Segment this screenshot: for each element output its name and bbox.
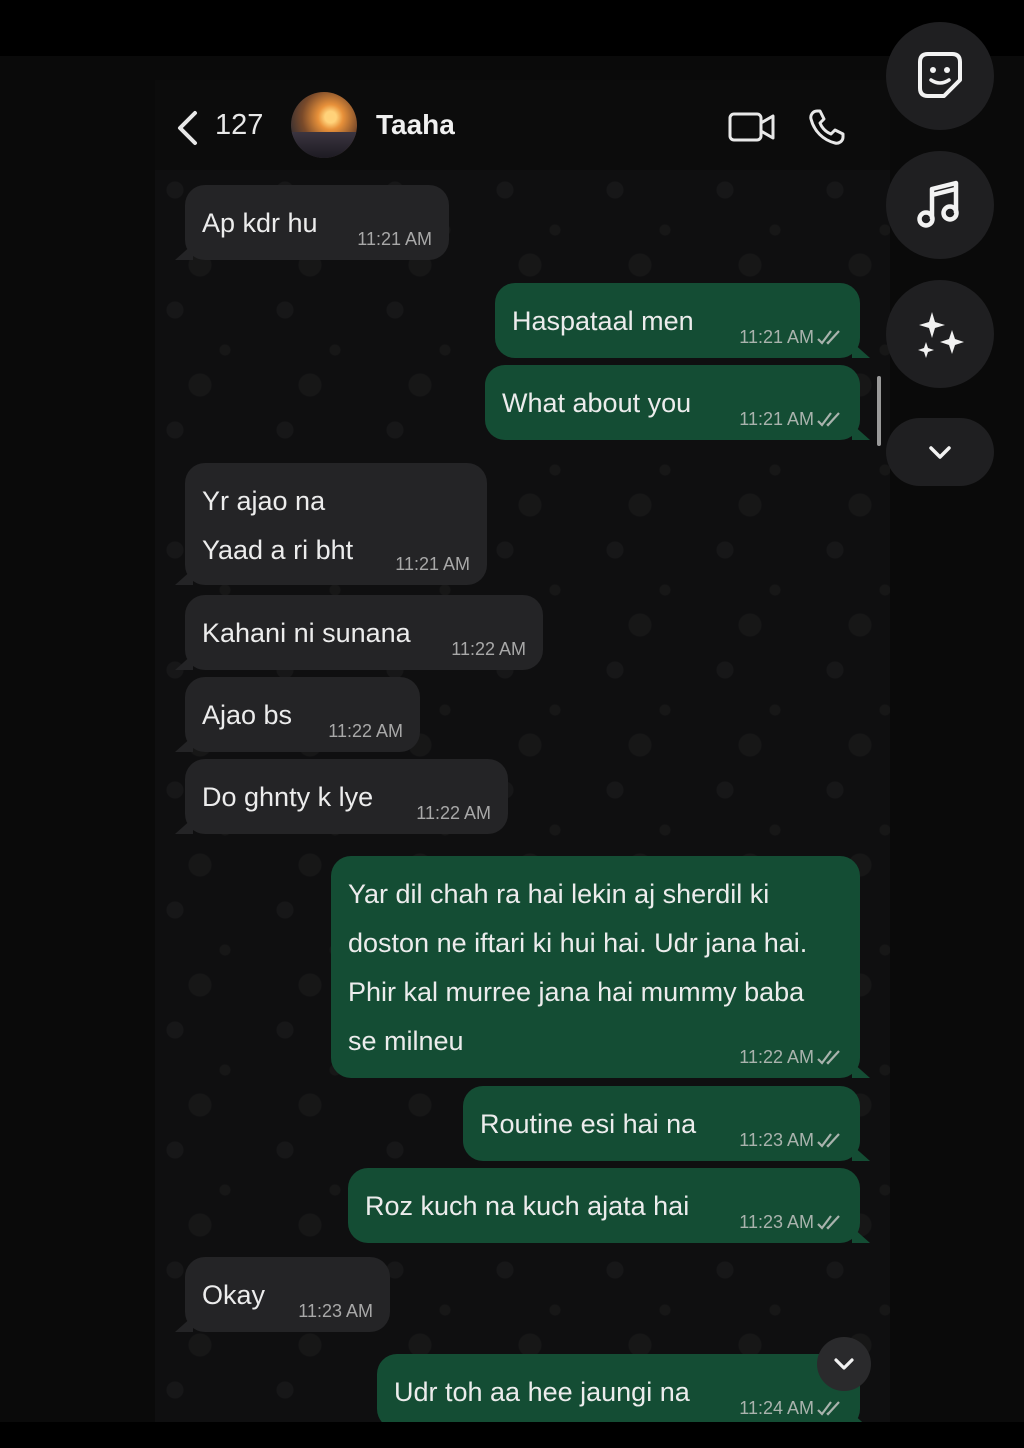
message-timestamp: 11:22 AM <box>451 639 526 659</box>
message-text: Do ghnty k lye <box>202 773 373 822</box>
message-line: Yar dil chah ra hai lekin aj sherdil ki <box>348 879 770 909</box>
bubble-tail <box>852 1413 870 1422</box>
read-receipt-icon <box>817 1401 840 1416</box>
message-line: Okay <box>202 1280 266 1310</box>
message-text: Yr ajao na Yaad a ri bht <box>202 477 353 575</box>
message-timestamp: 11:21 AM <box>739 327 814 347</box>
outgoing-message[interactable]: What about you 11:21 AM <box>485 365 870 440</box>
bubble-tail <box>175 244 193 260</box>
message-line: Udr toh aa hee jaungi na <box>394 1377 690 1407</box>
message-text: Ajao bs <box>202 691 292 740</box>
message-list[interactable]: Ap kdr hu 11:21 AM Haspataal men 11:21 AM Wh… <box>155 170 890 1422</box>
read-receipt-icon <box>817 1215 840 1230</box>
outgoing-message[interactable]: Yar dil chah ra hai lekin aj sherdil ki d… <box>331 856 870 1078</box>
unread-count[interactable]: 127 <box>215 108 263 142</box>
phone-icon[interactable] <box>807 107 847 147</box>
sticker-icon <box>918 52 962 98</box>
sparkles-icon <box>918 312 964 358</box>
sticker-button[interactable] <box>886 22 994 130</box>
message-text: Routine esi hai na <box>480 1100 696 1149</box>
bubble-tail <box>852 1227 870 1243</box>
incoming-message[interactable]: Ajao bs 11:22 AM <box>175 677 420 752</box>
chat-header: 127 Taaha <box>155 80 890 170</box>
chevron-down-icon <box>834 1358 854 1370</box>
message-line: Haspataal men <box>512 306 694 336</box>
bubble-tail <box>175 569 193 585</box>
outgoing-message[interactable]: Roz kuch na kuch ajata hai 11:23 AM <box>348 1168 870 1243</box>
effects-button[interactable] <box>886 280 994 388</box>
message-text: Roz kuch na kuch ajata hai <box>365 1182 689 1231</box>
message-line: Roz kuch na kuch ajata hai <box>365 1191 690 1221</box>
scroll-to-bottom-button[interactable] <box>886 418 994 486</box>
read-receipt-icon <box>817 1133 840 1148</box>
home-indicator-area <box>0 1422 1024 1448</box>
incoming-message[interactable]: Okay 11:23 AM <box>175 1257 390 1332</box>
music-note-icon <box>917 180 959 228</box>
message-timestamp: 11:24 AM <box>739 1398 814 1418</box>
outgoing-message[interactable]: Haspataal men 11:21 AM <box>495 283 870 358</box>
message-timestamp: 11:23 AM <box>298 1301 373 1321</box>
avatar[interactable] <box>291 92 357 158</box>
scrollbar[interactable] <box>877 376 881 446</box>
bubble-tail <box>852 424 870 440</box>
message-timestamp: 11:23 AM <box>739 1130 814 1150</box>
message-line: doston ne iftari ki hui hai. Udr jana ha… <box>348 928 808 958</box>
read-receipt-icon <box>817 330 840 345</box>
message-text: Ap kdr hu <box>202 199 318 248</box>
instagram-chat-screen: 127 Taaha Ap kdr hu 11:21 AM Haspataal men… <box>0 0 1024 1448</box>
message-timestamp: 11:21 AM <box>357 229 432 249</box>
message-line: Kahani ni sunana <box>202 618 411 648</box>
incoming-message[interactable]: Kahani ni sunana 11:22 AM <box>175 595 543 670</box>
jump-to-latest-button[interactable] <box>817 1337 871 1391</box>
incoming-message[interactable]: Do ghnty k lye 11:22 AM <box>175 759 508 834</box>
bubble-tail <box>852 1145 870 1161</box>
message-text: Yar dil chah ra hai lekin aj sherdil ki d… <box>348 870 807 1066</box>
message-line: Yaad a ri bht <box>202 535 354 565</box>
message-line: Ajao bs <box>202 700 293 730</box>
message-text: Kahani ni sunana <box>202 609 411 658</box>
message-line: What about you <box>502 388 692 418</box>
incoming-message[interactable]: Yr ajao na Yaad a ri bht 11:21 AM <box>175 463 487 585</box>
message-timestamp: 11:23 AM <box>739 1212 814 1232</box>
outgoing-message[interactable]: Routine esi hai na 11:23 AM <box>463 1086 870 1161</box>
video-camera-icon[interactable] <box>728 110 776 144</box>
message-timestamp: 11:22 AM <box>416 803 491 823</box>
outgoing-message[interactable]: Udr toh aa hee jaungi na 11:24 AM <box>377 1354 870 1422</box>
message-timestamp: 11:22 AM <box>739 1047 814 1067</box>
read-receipt-icon <box>817 412 840 427</box>
message-timestamp: 11:21 AM <box>739 409 814 429</box>
message-line: Do ghnty k lye <box>202 782 374 812</box>
back-chevron-icon[interactable] <box>175 110 201 146</box>
message-line: Yr ajao na <box>202 486 326 516</box>
bubble-tail <box>175 1316 193 1332</box>
music-button[interactable] <box>886 151 994 259</box>
message-line: Ap kdr hu <box>202 208 318 238</box>
bubble-tail <box>175 654 193 670</box>
message-timestamp: 11:21 AM <box>395 554 470 574</box>
message-text: Okay <box>202 1271 265 1320</box>
chevron-down-icon <box>929 446 951 459</box>
contact-name[interactable]: Taaha <box>376 108 455 142</box>
incoming-message[interactable]: Ap kdr hu 11:21 AM <box>175 185 449 260</box>
message-line: Phir kal murree jana hai mummy baba <box>348 977 805 1007</box>
message-timestamp: 11:22 AM <box>328 721 403 741</box>
message-text: What about you <box>502 379 691 428</box>
status-bar-area <box>0 0 1024 56</box>
bubble-tail <box>852 342 870 358</box>
read-receipt-icon <box>817 1050 840 1065</box>
message-text: Udr toh aa hee jaungi na <box>394 1368 690 1417</box>
bubble-tail <box>852 1062 870 1078</box>
bubble-tail <box>175 818 193 834</box>
message-text: Haspataal men <box>512 297 694 346</box>
message-line: Routine esi hai na <box>480 1109 697 1139</box>
bubble-tail <box>175 736 193 752</box>
